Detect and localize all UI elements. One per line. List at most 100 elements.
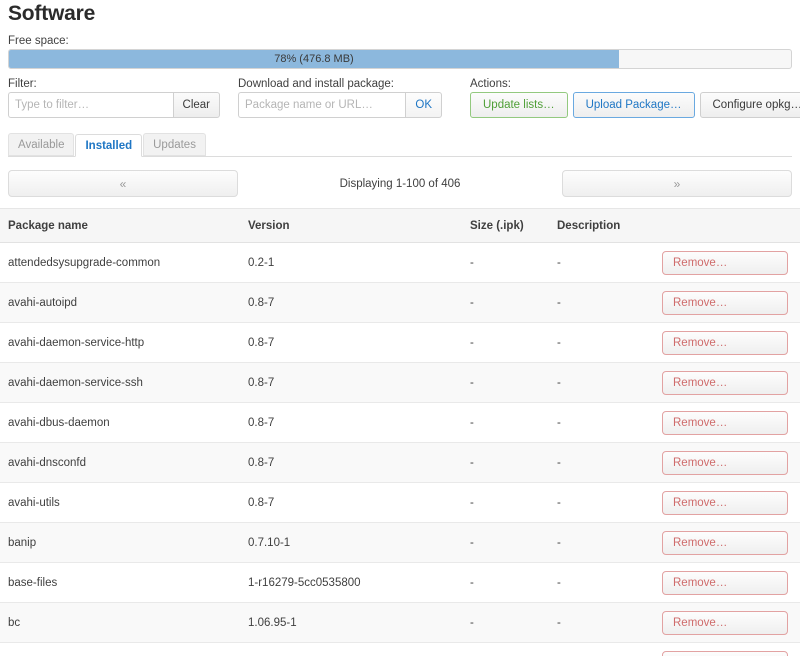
cell-description: -	[557, 536, 561, 549]
table-header-row: Package name Version Size (.ipk) Descrip…	[0, 209, 800, 243]
cell-size: -	[470, 616, 474, 629]
cell-package-name: avahi-daemon-service-ssh	[8, 376, 143, 389]
cell-actions: Remove…	[662, 610, 792, 635]
cell-version: 0.2-1	[248, 256, 275, 269]
tab-available[interactable]: Available	[8, 133, 75, 156]
packages-table: Package name Version Size (.ipk) Descrip…	[0, 208, 800, 656]
configure-opkg-button[interactable]: Configure opkg…	[699, 92, 800, 118]
cell-version: 0.8-7	[248, 336, 275, 349]
table-row: banip 0.7.10-1 - - Remove…	[0, 523, 800, 563]
software-page: Software Free space: 78% (476.8 MB) Filt…	[0, 0, 800, 656]
cell-package-name: attendedsysupgrade-common	[8, 256, 161, 269]
cell-description: -	[557, 616, 561, 629]
tab-updates[interactable]: Updates	[143, 133, 206, 156]
column-header-size: Size (.ipk)	[470, 219, 524, 232]
table-row: avahi-autoipd 0.8-7 - - Remove…	[0, 283, 800, 323]
table-row: avahi-daemon-service-http 0.8-7 - - Remove…	[0, 323, 800, 363]
cell-size: -	[470, 336, 474, 349]
tab-installed[interactable]: Installed	[75, 134, 143, 157]
cell-package-name: bc	[8, 616, 21, 629]
cell-actions: Remove…	[662, 410, 792, 435]
cell-size: -	[470, 456, 474, 469]
cell-version: 1.06.95-1	[248, 616, 297, 629]
column-header-version: Version	[248, 219, 290, 232]
package-tabs: Available Installed Updates	[8, 133, 792, 157]
download-package-input[interactable]	[238, 92, 406, 118]
cell-size: -	[470, 376, 474, 389]
cell-description: -	[557, 416, 561, 429]
remove-button[interactable]: Remove…	[662, 650, 788, 656]
cell-package-name: avahi-utils	[8, 496, 60, 509]
remove-button[interactable]: Remove…	[662, 570, 788, 595]
cell-actions: Remove…	[662, 530, 792, 555]
table-row: attendedsysupgrade-common 0.2-1 - - Remove…	[0, 243, 800, 283]
cell-package-name: banip	[8, 536, 37, 549]
cell-version: 0.8-7	[248, 496, 275, 509]
table-row: base-files 1-r16279-5cc0535800 - - Remove…	[0, 563, 800, 603]
download-label: Download and install package:	[238, 78, 394, 90]
remove-button[interactable]: Remove…	[662, 250, 788, 275]
remove-button[interactable]: Remove…	[662, 450, 788, 475]
table-row: avahi-dbus-daemon 0.8-7 - - Remove…	[0, 403, 800, 443]
table-row: avahi-dnsconfd 0.8-7 - - Remove…	[0, 443, 800, 483]
cell-description: -	[557, 576, 561, 589]
table-body: attendedsysupgrade-common 0.2-1- - Remove… a…	[0, 243, 800, 656]
cell-actions: Remove…	[662, 250, 792, 275]
cell-package-name: avahi-daemon-service-http	[8, 336, 145, 349]
cell-size: -	[470, 496, 474, 509]
filter-group: Clear	[8, 92, 220, 118]
remove-button[interactable]: Remove…	[662, 330, 788, 355]
remove-button[interactable]: Remove…	[662, 290, 788, 315]
cell-package-name: avahi-dnsconfd	[8, 456, 86, 469]
remove-button[interactable]: Remove…	[662, 490, 788, 515]
filter-clear-button[interactable]: Clear	[172, 92, 220, 118]
cell-actions: Remove…	[662, 450, 792, 475]
cell-version: 0.7.10-1	[248, 536, 291, 549]
remove-button[interactable]: Remove…	[662, 410, 788, 435]
cell-size: -	[470, 296, 474, 309]
cell-version: 0.8-7	[248, 456, 275, 469]
free-space-progress-text: 78% (476.8 MB)	[274, 53, 354, 65]
cell-actions: Remove…	[662, 570, 792, 595]
remove-button[interactable]: Remove…	[662, 530, 788, 555]
table-row: avahi-utils 0.8-7 - - Remove…	[0, 483, 800, 523]
cell-description: -	[557, 496, 561, 509]
cell-version: 0.8-7	[248, 296, 275, 309]
page-title: Software	[8, 2, 96, 25]
download-ok-button[interactable]: OK	[405, 92, 442, 118]
cell-package-name: base-files	[8, 576, 58, 589]
cell-package-name: avahi-dbus-daemon	[8, 416, 110, 429]
cell-size: -	[470, 416, 474, 429]
cell-description: -	[557, 256, 561, 269]
cell-description: -	[557, 296, 561, 309]
cell-actions: Remove…	[662, 290, 792, 315]
download-group: OK	[238, 92, 442, 118]
upload-package-button[interactable]: Upload Package…	[572, 92, 695, 118]
update-lists-button[interactable]: Update lists…	[470, 92, 568, 118]
cell-size: -	[470, 576, 474, 589]
table-row: avahi-daemon-service-ssh 0.8-7 - - Remove…	[0, 363, 800, 403]
table-row: bc 1.06.95-1 - - Remove…	[0, 603, 800, 643]
remove-button[interactable]: Remove…	[662, 370, 788, 395]
pagination: Displaying 1-100 of 406 « »	[8, 170, 792, 197]
filter-label: Filter:	[8, 78, 37, 90]
cell-version: 0.8-7	[248, 416, 275, 429]
cell-description: -	[557, 376, 561, 389]
cell-package-name: avahi-autoipd	[8, 296, 78, 309]
column-header-package-name: Package name	[8, 219, 88, 232]
free-space-label: Free space:	[8, 35, 69, 47]
pagination-prev-button[interactable]: «	[8, 170, 238, 197]
actions-label: Actions:	[470, 78, 511, 90]
cell-version: 0.8-7	[248, 376, 275, 389]
cell-description: -	[557, 336, 561, 349]
cell-actions: Remove…	[662, 370, 792, 395]
remove-button[interactable]: Remove…	[662, 610, 788, 635]
cell-actions: Remove…	[662, 650, 792, 656]
cell-actions: Remove…	[662, 330, 792, 355]
cell-version: 1-r16279-5cc0535800	[248, 576, 361, 589]
cell-actions: Remove…	[662, 490, 792, 515]
actions-group: Update lists… Upload Package… Configure …	[470, 92, 800, 118]
table-row: busybox1.33.1-1--Remove…	[0, 643, 800, 656]
pagination-next-button[interactable]: »	[562, 170, 792, 197]
filter-input[interactable]	[8, 92, 173, 118]
